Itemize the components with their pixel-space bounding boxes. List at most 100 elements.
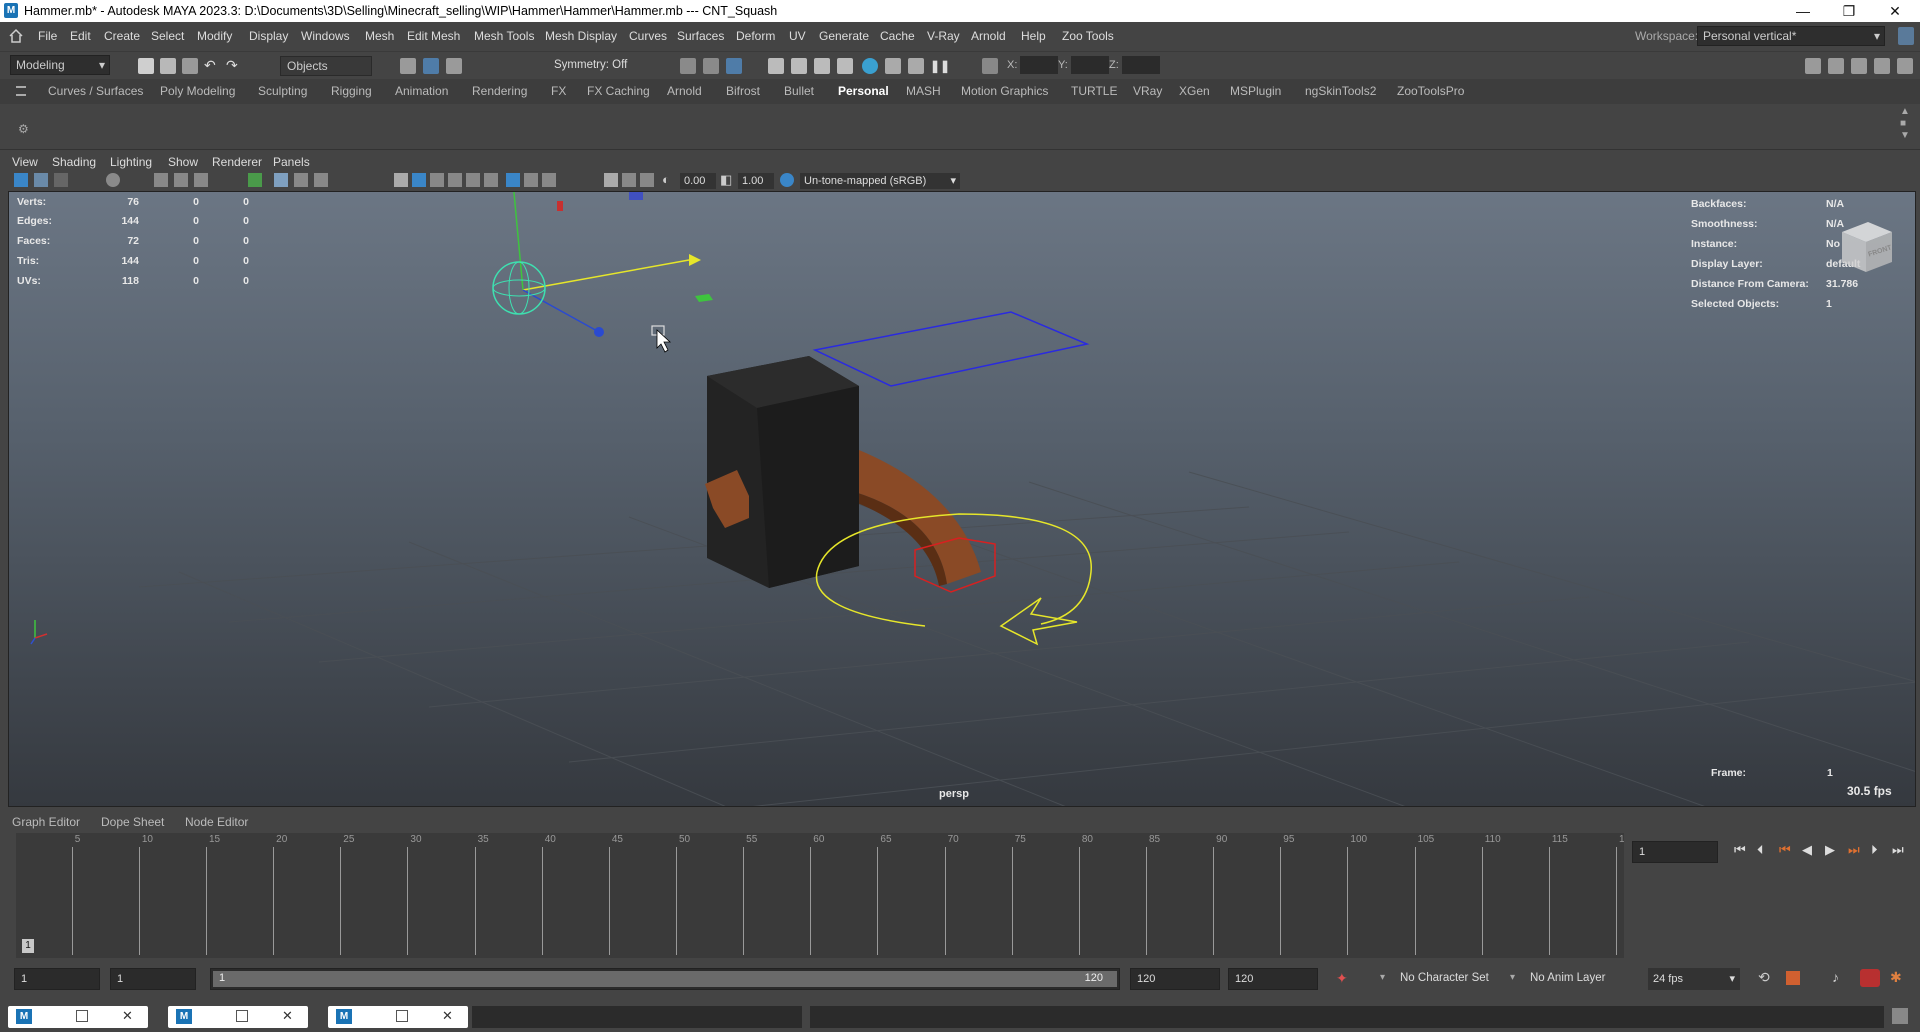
menu-select[interactable]: Select [151,29,184,43]
symmetry-dropdown[interactable]: Symmetry: Off [554,59,627,71]
viewport-menu-renderer[interactable]: Renderer [212,155,262,169]
tab-node-editor[interactable]: Node Editor [185,815,248,829]
undo-icon[interactable]: ↶ [204,58,220,74]
lasso-tool-icon[interactable] [423,58,439,74]
minimize-button[interactable]: — [1780,0,1826,22]
save-scene-icon[interactable] [182,58,198,74]
view-cube[interactable]: FRONT [1834,218,1896,274]
restore-icon[interactable] [236,1010,248,1022]
auto-keyframe-toggle-icon[interactable] [1860,969,1880,987]
range-slider[interactable]: 1 120 [210,968,1120,990]
smooth-shade-icon[interactable] [412,173,426,187]
shelf-tab-ngskintools2[interactable]: ngSkinTools2 [1305,84,1376,98]
open-scene-icon[interactable] [160,58,176,74]
shelf-tab-turtle[interactable]: TURTLE [1071,84,1117,98]
menu-create[interactable]: Create [104,29,140,43]
maximize-button[interactable]: ❐ [1826,0,1872,22]
shelf-tab-fx[interactable]: FX [551,84,566,98]
shelf-tab-sculpting[interactable]: Sculpting [258,84,307,98]
resolution-gate-icon[interactable] [174,173,188,187]
playback-end-field[interactable]: 120 [1130,968,1220,990]
z-field[interactable] [1122,56,1160,74]
default-material-icon[interactable] [430,173,444,187]
safe-title-icon[interactable] [314,173,328,187]
move-z-handle-icon[interactable] [594,327,604,337]
mode-dropdown[interactable]: Modeling ▾ [10,55,110,75]
snap-curve-icon[interactable] [703,58,719,74]
animation-end-field[interactable]: 120 [1228,968,1318,990]
select-camera-icon[interactable] [14,173,28,187]
menu-uv[interactable]: UV [789,29,806,43]
menu-mesh-display[interactable]: Mesh Display [545,29,617,43]
step-forward-icon[interactable]: ⏵ [1871,842,1878,858]
shelf-tab-motion-graphics[interactable]: Motion Graphics [961,84,1048,98]
loop-icon[interactable]: ⟲ [1758,969,1770,986]
move-x-arrow-icon[interactable] [689,254,701,266]
ambient-occlusion-icon[interactable] [604,173,618,187]
camera-attributes-icon[interactable] [34,173,48,187]
menu-zoo-tools[interactable]: Zoo Tools [1062,29,1114,43]
shadows-icon[interactable] [484,173,498,187]
film-gate-icon[interactable] [154,173,168,187]
menu-mesh[interactable]: Mesh [365,29,394,43]
current-time-indicator[interactable]: 1 [22,939,34,953]
go-to-start-icon[interactable]: ⏮ [1734,842,1746,858]
attribute-editor-icon[interactable] [1828,58,1844,74]
shelf-tab-xgen[interactable]: XGen [1179,84,1210,98]
render-frame-icon[interactable] [791,58,807,74]
menu-mesh-tools[interactable]: Mesh Tools [474,29,534,43]
animation-start-field[interactable]: 1 [14,968,100,990]
prev-key-icon[interactable]: ⏮ [1779,842,1791,858]
close-button[interactable]: ✕ [1872,0,1918,22]
sound-icon[interactable]: ♪ [1832,969,1839,985]
menu-display[interactable]: Display [249,29,288,43]
shelf-scroll-icon[interactable]: ▲ ■ ▼ [1900,106,1910,142]
arnold-render-icon[interactable] [908,58,924,74]
shelf-tab-fx-caching[interactable]: FX Caching [587,84,650,98]
modeling-toolkit-icon[interactable] [1805,58,1821,74]
menu-generate[interactable]: Generate [819,29,869,43]
snap-point-icon[interactable] [726,58,742,74]
shelf-tab-personal[interactable]: Personal [838,84,889,98]
command-line-input[interactable] [472,1006,802,1028]
auto-key-icon[interactable]: ✦ [1336,970,1348,987]
layer-editor-icon[interactable] [1897,58,1913,74]
move-z-axis[interactable] [522,289,600,333]
play-forward-icon[interactable]: ▶ [1825,842,1835,858]
menu-vray[interactable]: V-Ray [927,29,960,43]
hammer-handle[interactable] [855,450,981,584]
x-field[interactable] [1020,56,1058,74]
viewport-menu-panels[interactable]: Panels [273,155,310,169]
lock-icon[interactable] [1898,27,1914,45]
menu-file[interactable]: File [38,29,57,43]
render-view-icon[interactable] [768,58,784,74]
viewport-persp[interactable]: Verts: 76 0 0 Edges: 144 0 0 Faces: 72 0 0 Tris: 1… [8,191,1916,807]
shelf-tab-rendering[interactable]: Rendering [472,84,527,98]
gear-icon[interactable]: ⚙ [18,122,29,136]
redo-icon[interactable]: ↷ [226,58,242,74]
step-back-icon[interactable]: ⏴ [1757,842,1764,858]
next-key-icon[interactable]: ⏭ [1848,842,1860,858]
menu-help[interactable]: Help [1021,29,1046,43]
shelf-tab-bifrost[interactable]: Bifrost [726,84,760,98]
cache-playback-icon[interactable] [1786,971,1800,985]
plane-handle-blue[interactable] [629,192,643,200]
menu-surfaces[interactable]: Surfaces [677,29,724,43]
depth-of-field-icon[interactable] [640,173,654,187]
xray-icon[interactable] [524,173,538,187]
shelf-tab-curves-surfaces[interactable]: Curves / Surfaces [48,84,143,98]
tool-settings-icon[interactable] [1851,58,1867,74]
restore-icon[interactable] [396,1010,408,1022]
viewport-menu-view[interactable]: View [12,155,38,169]
snap-grid-icon[interactable] [680,58,696,74]
shelf-tab-arnold[interactable]: Arnold [667,84,702,98]
close-icon[interactable]: ✕ [442,1008,453,1024]
bookmark-icon[interactable] [54,173,68,187]
menu-edit-mesh[interactable]: Edit Mesh [407,29,460,43]
menu-edit[interactable]: Edit [70,29,91,43]
scale-handle-red[interactable] [557,201,563,211]
image-plane-icon[interactable] [106,173,120,187]
rotate-ring-y[interactable] [508,261,530,315]
play-back-icon[interactable]: ◀ [1802,842,1812,858]
time-slider[interactable]: 5 10 15 20 25 30 35 40 45 50 55 60 65 70 75 80 85 90 95 100… [16,833,1636,958]
